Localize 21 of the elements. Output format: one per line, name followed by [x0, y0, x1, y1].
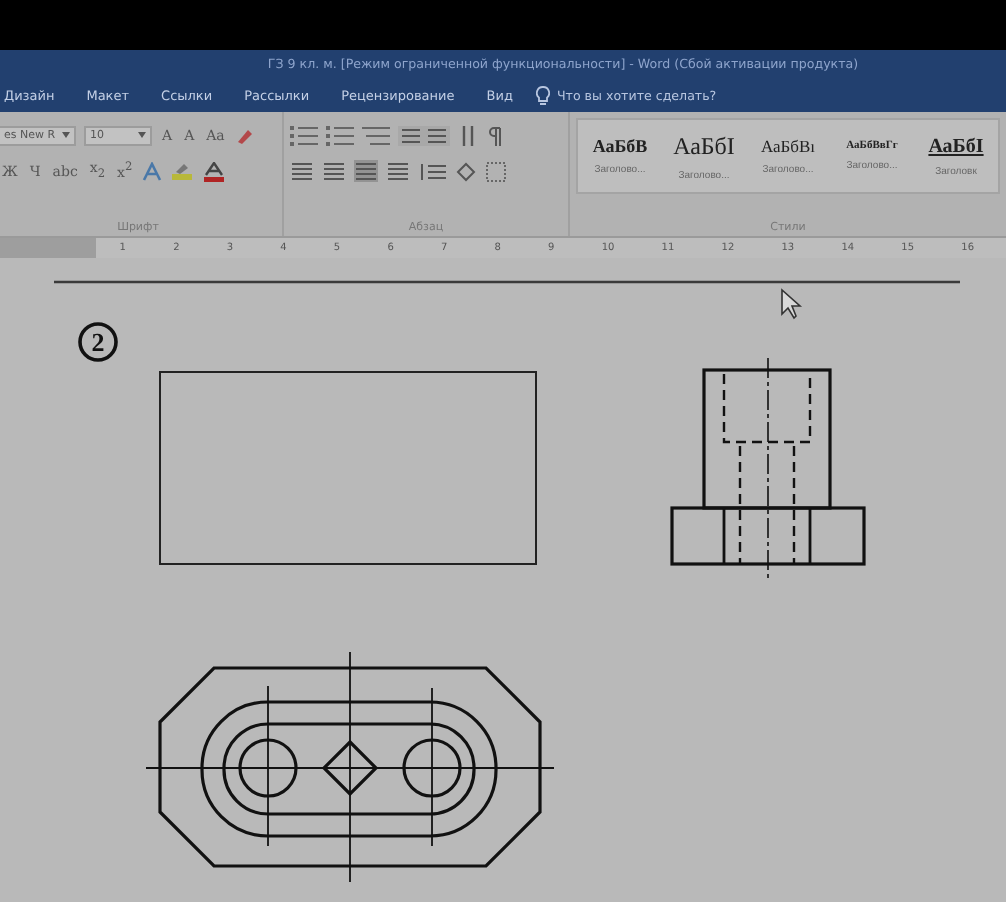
- dropdown-arrow-icon: [138, 132, 146, 138]
- bullet-list-icon[interactable]: [290, 125, 318, 145]
- task-number: 2: [91, 327, 105, 357]
- font-color-icon[interactable]: [202, 161, 227, 181]
- align-icon[interactable]: [386, 160, 410, 182]
- multilevel-list-icon[interactable]: [362, 125, 390, 145]
- mouse-pointer-icon: [781, 288, 803, 320]
- indent-icon[interactable]: [398, 125, 450, 145]
- numbered-list-icon[interactable]: [326, 125, 354, 145]
- dropdown-arrow-icon: [62, 132, 70, 138]
- borders-icon[interactable]: [486, 161, 506, 181]
- align-icon[interactable]: [290, 160, 314, 182]
- highlighter-icon[interactable]: [170, 161, 195, 181]
- lightbulb-icon: [536, 86, 551, 106]
- pilcrow-icon[interactable]: [486, 125, 502, 145]
- circle-icon: [78, 322, 118, 362]
- align-icon[interactable]: [322, 160, 346, 182]
- line-spacing-icon[interactable]: [418, 161, 446, 181]
- align-icon[interactable]: [354, 160, 378, 182]
- text-effect-icon[interactable]: [142, 161, 163, 181]
- eraser-icon[interactable]: [234, 125, 255, 145]
